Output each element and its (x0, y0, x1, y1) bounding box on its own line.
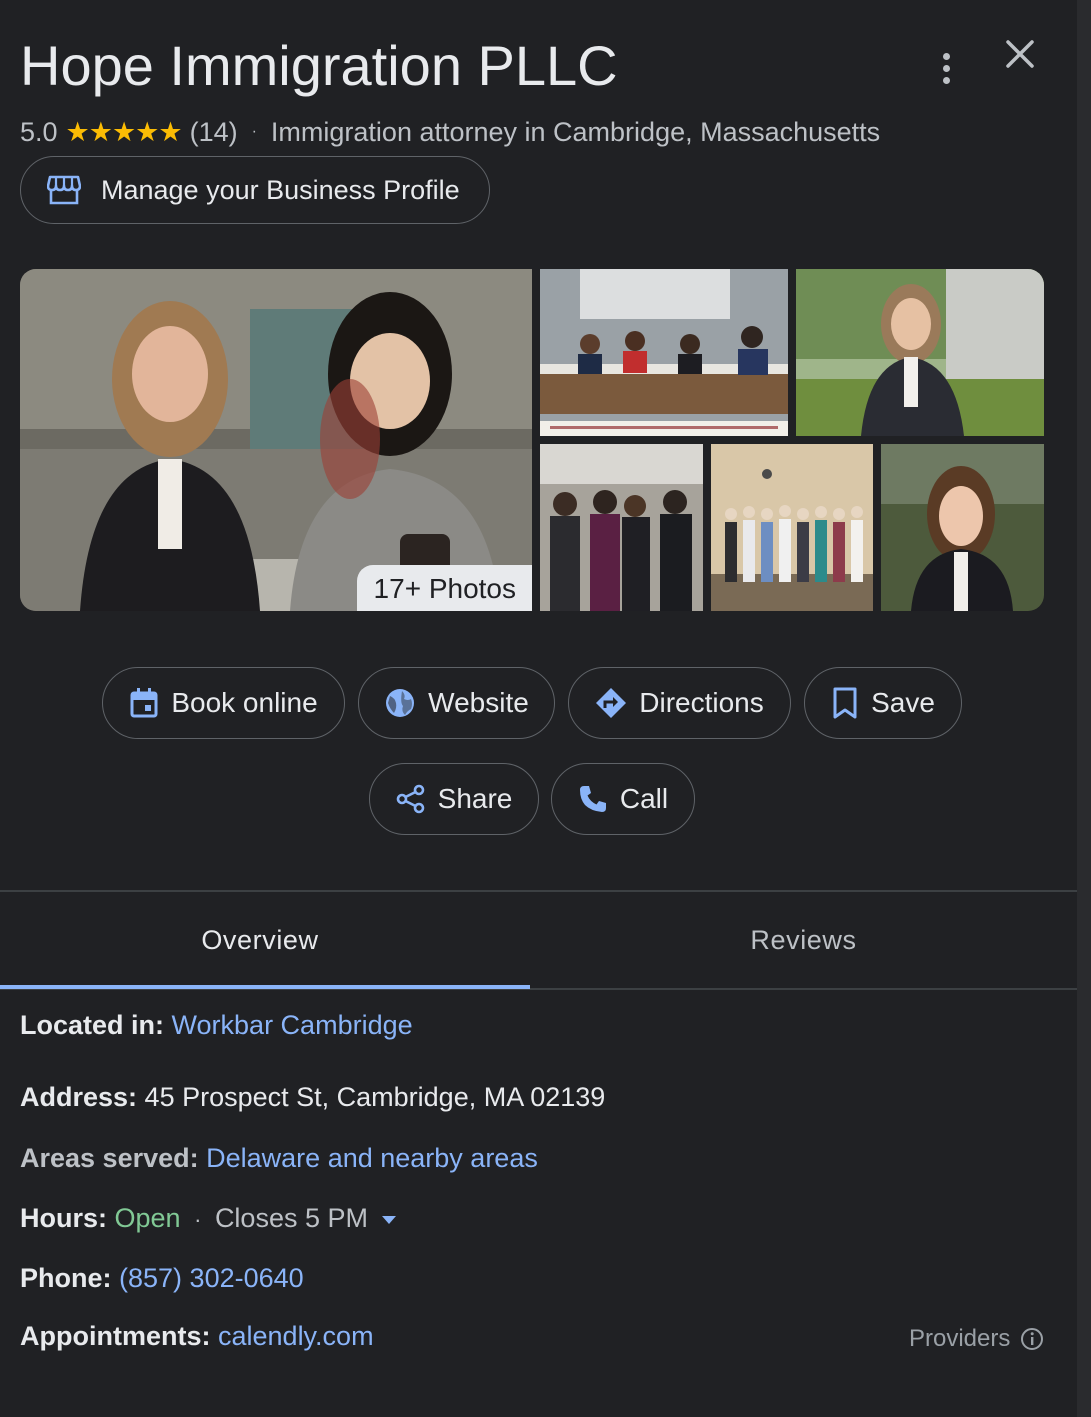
knowledge-panel: Hope Immigration PLLC 5.0 ★★★★★ (14) · I… (0, 0, 1077, 1417)
located-in-label: Located in: (20, 1010, 165, 1040)
appointments-link[interactable]: calendly.com (218, 1321, 374, 1351)
address-label: Address: (20, 1082, 138, 1112)
located-in-row: Located in: Workbar Cambridge (20, 1010, 413, 1041)
close-icon[interactable] (998, 32, 1042, 76)
hours-row: Hours: Open · Closes 5 PM (20, 1203, 398, 1234)
rating-value: 5.0 (20, 116, 58, 147)
star-rating-icon: ★★★★★ (65, 116, 183, 147)
globe-icon (386, 689, 415, 717)
photo-team[interactable] (711, 444, 873, 611)
website-label: Website (428, 687, 529, 718)
providers-label: Providers (909, 1325, 1011, 1352)
call-button[interactable]: Call (551, 763, 695, 835)
address-row: Address: 45 Prospect St, Cambridge, MA 0… (20, 1082, 605, 1113)
save-label: Save (871, 687, 935, 718)
directions-label: Directions (639, 687, 764, 718)
info-icon (1021, 1328, 1044, 1350)
appointments-label: Appointments: (20, 1321, 211, 1351)
business-title: Hope Immigration PLLC (20, 34, 618, 97)
website-button[interactable]: Website (358, 667, 555, 739)
review-count[interactable]: (14) (190, 117, 238, 148)
photo-count-badge[interactable]: 17+ Photos (356, 565, 532, 611)
hours-label: Hours: (20, 1203, 107, 1233)
book-online-button[interactable]: Book online (102, 667, 345, 739)
photo-group-event[interactable] (540, 444, 703, 611)
active-tab-indicator (0, 985, 530, 989)
book-online-label: Book online (171, 687, 318, 718)
appointments-row: Appointments: calendly.com (20, 1321, 374, 1352)
phone-row: Phone: (857) 302-0640 (20, 1263, 304, 1294)
business-category: Immigration attorney in Cambridge, Massa… (270, 116, 881, 147)
located-in-link[interactable]: Workbar Cambridge (172, 1010, 413, 1040)
dropdown-arrow-icon[interactable] (380, 1214, 398, 1226)
photo-conference-panel[interactable] (540, 269, 788, 436)
bookmark-icon (833, 687, 857, 719)
photo-portrait-outdoor[interactable] (881, 444, 1044, 611)
scrollbar[interactable] (1077, 0, 1091, 1417)
phone-label: Phone: (20, 1263, 112, 1293)
tab-overview[interactable]: Overview (0, 892, 520, 988)
directions-icon (596, 688, 627, 718)
areas-served-row: Areas served: Delaware and nearby areas (20, 1143, 538, 1174)
hours-status: Open (114, 1203, 181, 1233)
tab-reviews[interactable]: Reviews (530, 892, 1077, 988)
share-icon (396, 784, 424, 814)
manage-profile-label: Manage your Business Profile (101, 174, 460, 205)
areas-served-label: Areas served: (20, 1143, 199, 1173)
calendar-icon (130, 688, 158, 718)
photo-portrait-park[interactable] (796, 269, 1044, 436)
phone-icon (579, 786, 606, 812)
call-label: Call (619, 783, 669, 814)
providers-link[interactable]: Providers (909, 1325, 1044, 1353)
share-label: Share (437, 783, 513, 814)
address-value: 45 Prospect St, Cambridge, MA 02139 (144, 1082, 606, 1112)
share-button[interactable]: Share (369, 763, 539, 835)
directions-button[interactable]: Directions (568, 667, 791, 739)
separator: · (251, 123, 257, 140)
photo-main[interactable]: 17+ Photos (20, 269, 532, 611)
storefront-icon (47, 175, 81, 205)
save-button[interactable]: Save (804, 667, 962, 739)
more-options-icon[interactable] (930, 48, 962, 88)
rating-row: 5.0 ★★★★★ (14) · Immigration attorney in… (20, 112, 880, 152)
manage-business-profile-button[interactable]: Manage your Business Profile (20, 156, 490, 224)
hours-closes[interactable]: Closes 5 PM (215, 1203, 368, 1233)
areas-served-link[interactable]: Delaware and nearby areas (206, 1143, 538, 1173)
phone-link[interactable]: (857) 302-0640 (119, 1263, 304, 1293)
hours-separator: · (194, 1207, 202, 1232)
